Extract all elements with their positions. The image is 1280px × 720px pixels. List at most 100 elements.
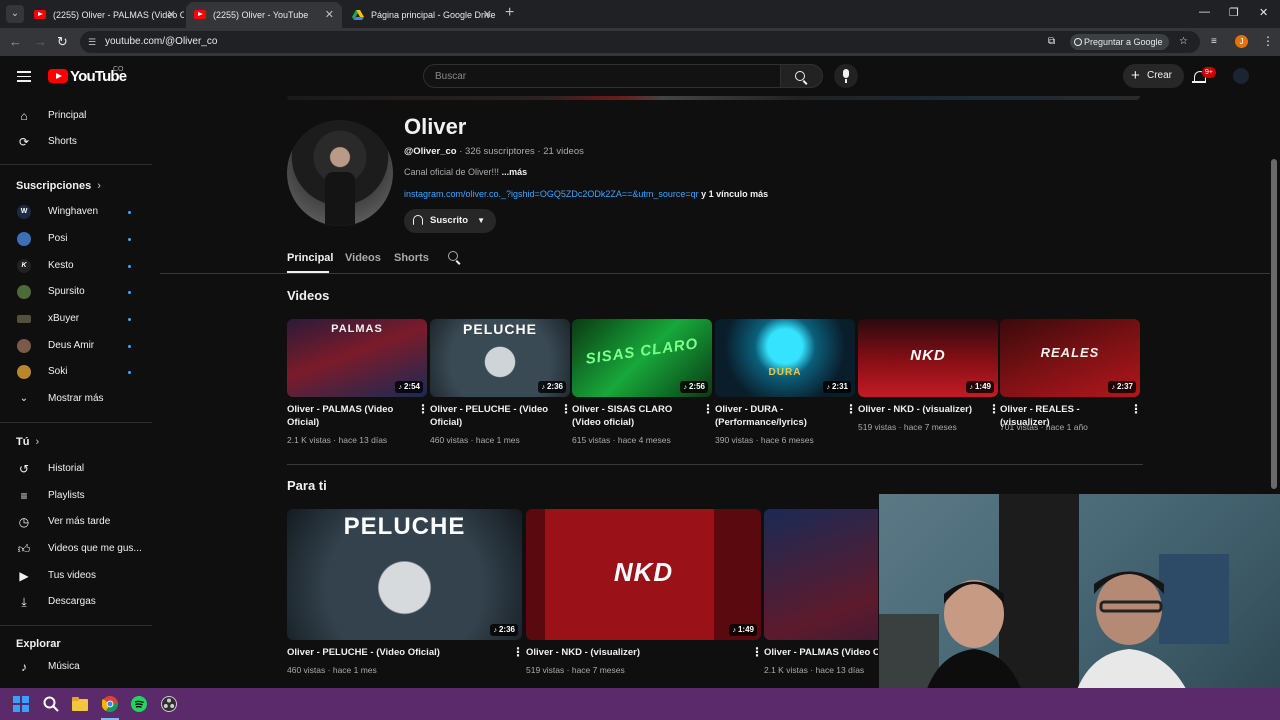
reload-icon[interactable]: ↻: [57, 34, 68, 50]
more-options-icon[interactable]: ⋮: [512, 646, 524, 658]
channel-description[interactable]: Canal oficial de Oliver!!! ...más: [404, 167, 527, 177]
video-card[interactable]: PALMAS 2:54 Oliver - PALMAS (Video Ofici…: [287, 319, 429, 449]
video-card[interactable]: PELUCHE 2:36 Oliver - PELUCHE - (Video O…: [430, 319, 572, 449]
back-arrow-icon[interactable]: ←: [9, 34, 22, 50]
sidebar-subscription[interactable]: Spursito: [0, 279, 152, 305]
video-card[interactable]: SISAS CLARO 2:56 Oliver - SISAS CLARO (V…: [572, 319, 714, 449]
sidebar-subscription[interactable]: W Winghaven: [0, 199, 152, 225]
video-thumbnail[interactable]: PALMAS 2:54: [287, 319, 427, 397]
forward-arrow-icon[interactable]: →: [34, 34, 47, 50]
url-text[interactable]: youtube.com/@Oliver_co: [105, 31, 217, 53]
close-tab-icon[interactable]: ✕: [483, 2, 492, 28]
more-options-icon[interactable]: ⋮: [702, 403, 714, 415]
video-card[interactable]: PELUCHE 2:36 Oliver - PELUCHE - (Video O…: [287, 509, 524, 679]
subscriptions-heading[interactable]: Suscripciones ›: [16, 180, 101, 192]
more-options-icon[interactable]: ⋮: [1130, 403, 1142, 415]
video-card[interactable]: REALES 2:37 Oliver - REALES - (visualize…: [1000, 319, 1142, 449]
video-title[interactable]: Oliver - NKD - (visualizer): [526, 646, 746, 659]
video-title[interactable]: Oliver - PELUCHE - (Video Oficial): [430, 403, 555, 429]
windows-start-icon[interactable]: [13, 696, 29, 712]
bookmark-star-icon[interactable]: ☆: [1179, 31, 1188, 53]
sidebar-item-downloads[interactable]: ⤓ Descargas: [0, 589, 152, 615]
video-thumbnail[interactable]: PELUCHE 2:36: [430, 319, 570, 397]
subscribed-button[interactable]: Suscrito ▼: [404, 209, 497, 233]
video-title[interactable]: Oliver - PELUCHE - (Video Oficial): [287, 646, 507, 659]
browser-tab-channel[interactable]: (2255) Oliver - YouTube ✕: [186, 2, 342, 28]
page-scrollbar[interactable]: [1271, 159, 1277, 489]
sidebar-item-liked-videos[interactable]: 👍︎ Videos que me gus...: [0, 536, 152, 562]
browser-menu-icon[interactable]: ⋮: [1262, 33, 1274, 49]
search-button[interactable]: [781, 64, 823, 88]
channel-search-icon[interactable]: [448, 251, 458, 261]
tab-search-button[interactable]: ⌄: [6, 5, 24, 23]
video-thumbnail[interactable]: SISAS CLARO 2:56: [572, 319, 712, 397]
search-box[interactable]: [423, 64, 781, 88]
sidebar-item-your-videos[interactable]: ▶ Tus videos: [0, 563, 152, 589]
account-avatar[interactable]: [1233, 68, 1249, 84]
channel-avatar[interactable]: [287, 120, 393, 226]
close-tab-icon[interactable]: ✕: [167, 2, 176, 28]
tab-shorts[interactable]: Shorts: [394, 249, 429, 267]
create-button[interactable]: + Crear: [1123, 64, 1185, 88]
video-thumbnail[interactable]: REALES 2:37: [1000, 319, 1140, 397]
file-explorer-icon[interactable]: [72, 696, 88, 712]
video-thumbnail[interactable]: DURA 2:31: [715, 319, 855, 397]
more-options-icon[interactable]: ⋮: [988, 403, 1000, 415]
video-thumbnail[interactable]: PELUCHE 2:36: [287, 509, 522, 640]
minimize-window-button[interactable]: —: [1199, 6, 1210, 18]
ask-google-button[interactable]: Preguntar a Google: [1070, 34, 1169, 50]
browser-tab-drive[interactable]: Página principal - Google Drive ✕: [344, 2, 500, 28]
voice-search-button[interactable]: [834, 64, 858, 88]
sidebar-subscription[interactable]: Posi: [0, 226, 152, 252]
video-card[interactable]: DURA 2:31 Oliver - DURA - (Performance/l…: [715, 319, 857, 449]
sidebar-item-watch-later[interactable]: ◷ Ver más tarde: [0, 509, 152, 535]
sidebar-subscription[interactable]: Soki: [0, 359, 152, 385]
reading-list-icon[interactable]: ≡: [1211, 31, 1217, 53]
address-bar[interactable]: ☰ youtube.com/@Oliver_co ⧉ Preguntar a G…: [80, 31, 1200, 53]
more-options-icon[interactable]: ⋮: [417, 403, 429, 415]
restore-window-button[interactable]: ❐: [1229, 6, 1239, 19]
video-thumbnail[interactable]: NKD 1:49: [526, 509, 761, 640]
browser-tab-palmas[interactable]: (2255) Oliver - PALMAS (Video Ofi ✕: [26, 2, 184, 28]
close-window-button[interactable]: ✕: [1259, 6, 1268, 19]
video-title[interactable]: Oliver - DURA - (Performance/lyrics): [715, 403, 840, 429]
more-links[interactable]: y 1 vínculo más: [701, 189, 768, 199]
video-title[interactable]: Oliver - PALMAS (Video Oficial): [287, 403, 412, 429]
sidebar-item-shorts[interactable]: ⟳ Shorts: [0, 129, 152, 155]
you-heading[interactable]: Tú ›: [16, 436, 39, 448]
video-card[interactable]: NKD 1:49 Oliver - NKD - (visualizer) ⋮ 5…: [858, 319, 1000, 449]
tab-principal[interactable]: Principal: [287, 249, 333, 267]
more-options-icon[interactable]: ⋮: [845, 403, 857, 415]
new-tab-button[interactable]: +: [505, 4, 514, 22]
sidebar-subscription[interactable]: Deus Amir: [0, 333, 152, 359]
sidebar-item-historial[interactable]: ↺ Historial: [0, 456, 152, 482]
video-thumbnail[interactable]: PA: [764, 509, 878, 640]
video-card[interactable]: NKD 1:49 Oliver - NKD - (visualizer) ⋮ 5…: [526, 509, 763, 679]
more-link[interactable]: ...más: [502, 167, 528, 177]
sidebar-item-music[interactable]: ♪ Música: [0, 654, 152, 680]
video-title[interactable]: Oliver - SISAS CLARO (Video oficial): [572, 403, 697, 429]
install-app-icon[interactable]: ⧉: [1048, 31, 1055, 53]
tab-videos[interactable]: Videos: [345, 249, 381, 267]
youtube-logo-icon[interactable]: [48, 69, 68, 83]
sidebar-item-principal[interactable]: ⌂ Principal: [0, 103, 152, 129]
video-thumbnail[interactable]: NKD 1:49: [858, 319, 998, 397]
search-input[interactable]: [424, 65, 780, 87]
sidebar-subscription[interactable]: xBuyer: [0, 306, 152, 332]
video-title[interactable]: Oliver - NKD - (visualizer): [858, 403, 983, 416]
sidebar-item-playlists[interactable]: ≡ Playlists: [0, 483, 152, 509]
video-title[interactable]: Oliver - PALMAS (Video Ofi: [764, 646, 878, 659]
more-options-icon[interactable]: ⋮: [560, 403, 572, 415]
chrome-icon[interactable]: [102, 696, 118, 712]
more-options-icon[interactable]: ⋮: [751, 646, 763, 658]
site-settings-icon[interactable]: ☰: [88, 37, 96, 47]
spotify-icon[interactable]: [131, 696, 147, 712]
menu-icon[interactable]: [17, 71, 31, 82]
show-more-button[interactable]: ⌄ Mostrar más: [0, 386, 152, 412]
taskbar-search-icon[interactable]: [43, 696, 59, 712]
video-card[interactable]: PA Oliver - PALMAS (Video Ofi 2.1 K vist…: [764, 509, 878, 679]
instagram-link[interactable]: instagram.com/oliver.co._?igshid=OGQ5ZDc…: [404, 189, 699, 199]
obs-icon[interactable]: [161, 696, 177, 712]
close-tab-icon[interactable]: ✕: [325, 2, 334, 28]
sidebar-subscription[interactable]: K Kesto: [0, 253, 152, 279]
